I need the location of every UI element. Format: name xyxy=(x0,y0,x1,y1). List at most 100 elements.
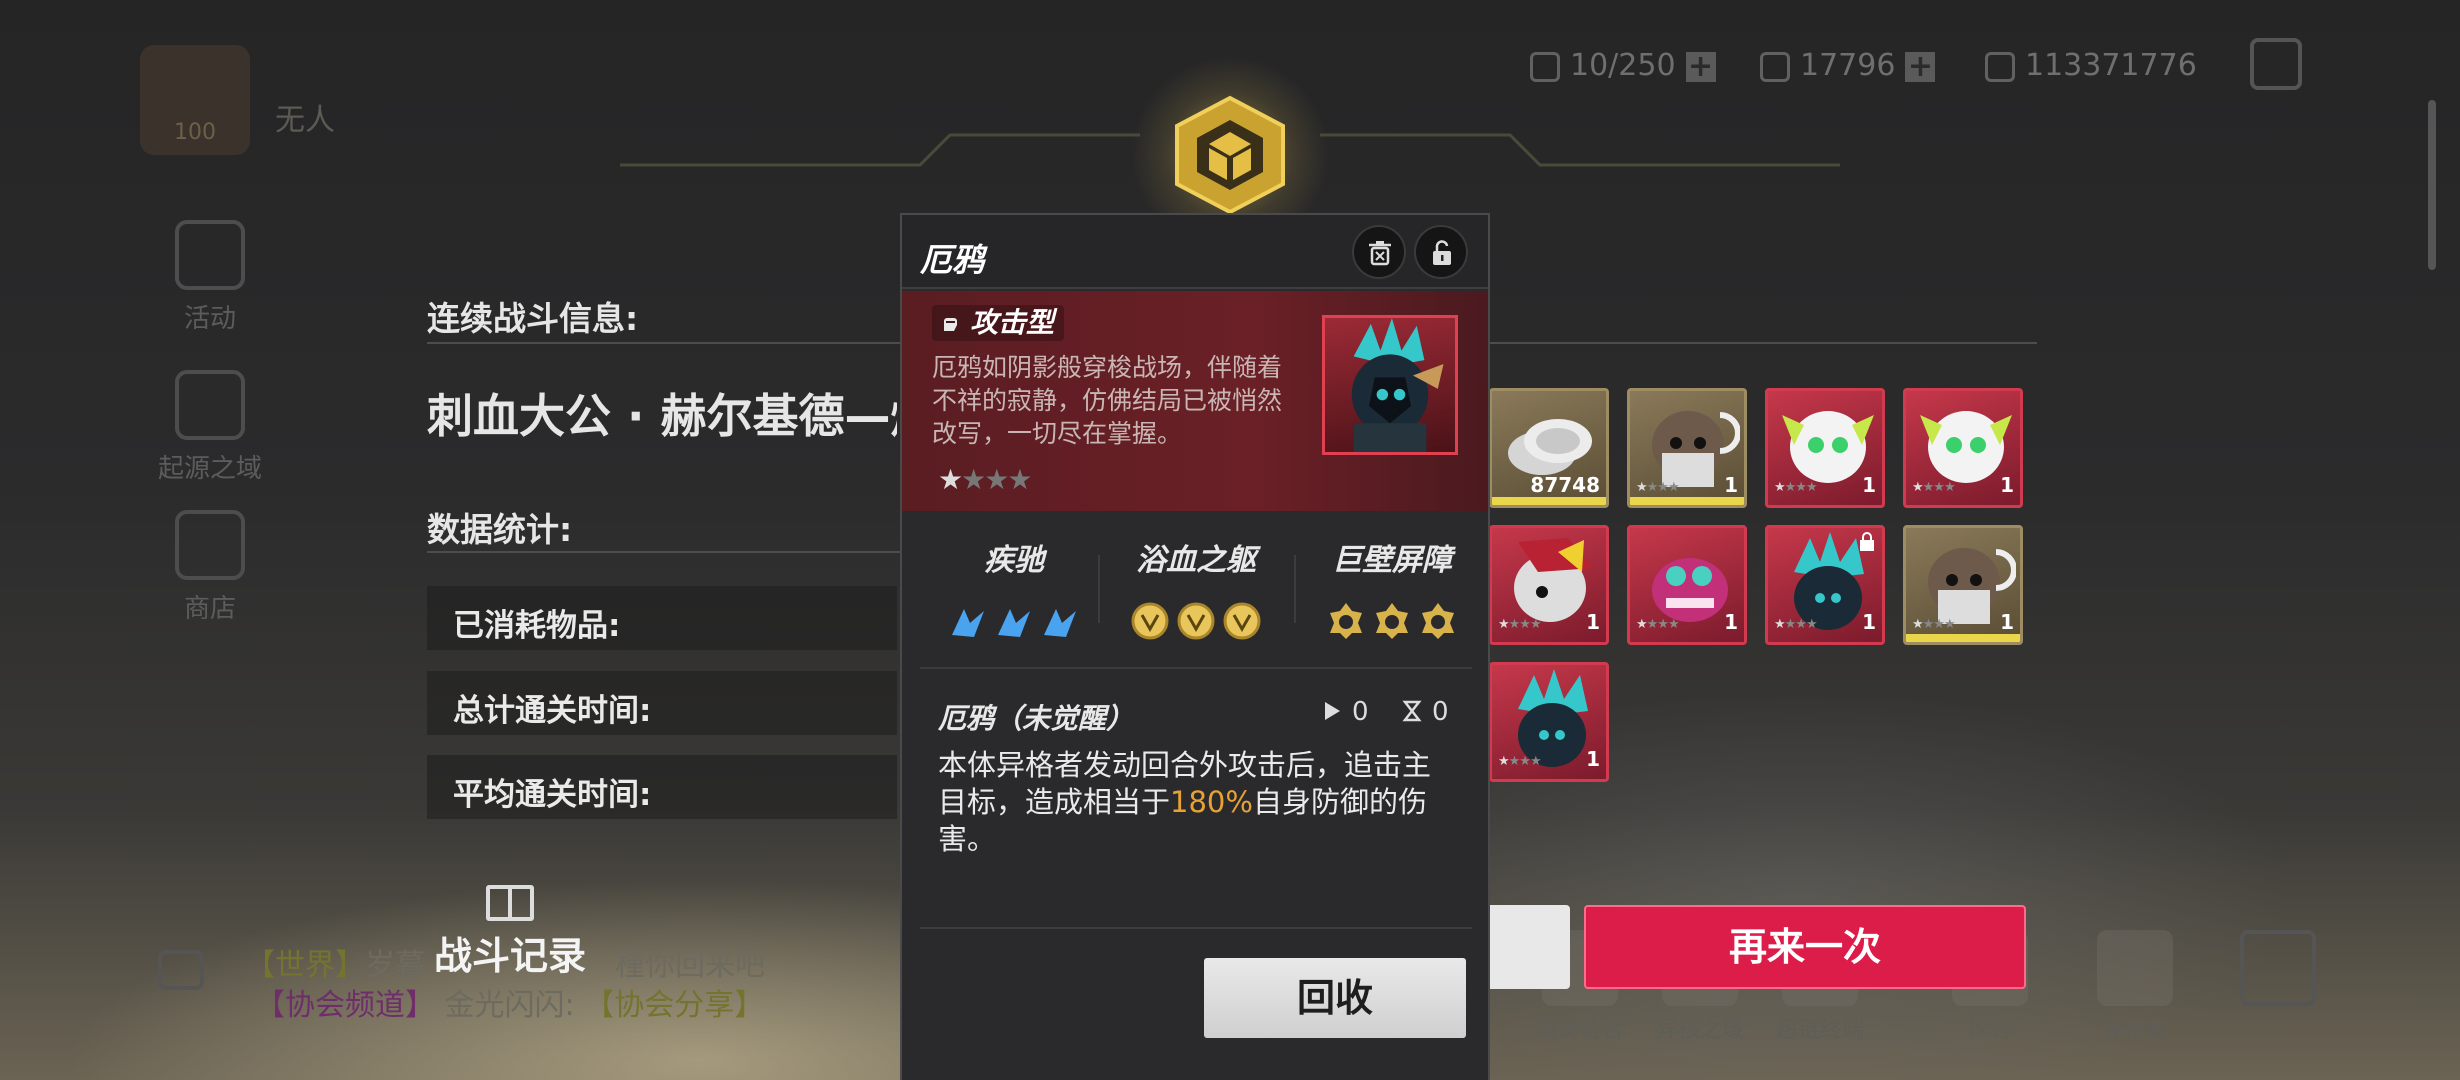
lock-toggle-button[interactable] xyxy=(1414,225,1468,279)
skill-bloodbath[interactable]: 浴血之躯 xyxy=(1116,535,1276,645)
reward-item[interactable]: ★★★★ 1 xyxy=(1765,388,1885,508)
nav-label: 超链终端 xyxy=(1775,1018,1864,1043)
nav-label: 异核之域 xyxy=(1655,1018,1744,1043)
time-counter: 0 xyxy=(1402,697,1449,727)
confirm-button[interactable] xyxy=(1480,905,1570,989)
discard-button[interactable] xyxy=(1352,225,1406,279)
gear-barrier-icon xyxy=(1312,601,1472,645)
item-stars: ★★★★ xyxy=(1774,480,1818,495)
rarity-bar xyxy=(1492,497,1606,505)
reward-item[interactable]: ★★★★ 1 xyxy=(1903,388,2023,508)
row-label: 已消耗物品: xyxy=(453,608,621,644)
type-tag: 攻击型 xyxy=(932,305,1065,341)
retry-button[interactable]: 再来一次 xyxy=(1584,905,2026,989)
menu-list-icon[interactable] xyxy=(2240,930,2316,1006)
item-stars: ★★★★ xyxy=(1912,617,1956,632)
item-detail-popup: 厄鸦 攻击型 厄鸦如阴影般穿梭战场，伴随着不祥的寂静，仿佛结局已被悄然改写，一切… xyxy=(900,213,1490,1080)
sidebar-item-label: 商店 xyxy=(183,594,236,624)
divider xyxy=(1294,555,1296,623)
sidebar-item-shop[interactable]: 商店 xyxy=(150,510,270,625)
diamond-icon xyxy=(1760,51,1790,82)
item-count: 1 xyxy=(1862,473,1876,497)
consumed-items-row: 已消耗物品: xyxy=(427,586,897,650)
play-counter: 0 xyxy=(1322,697,1369,727)
item-count: 1 xyxy=(2000,610,2014,634)
play-icon xyxy=(1325,702,1340,720)
item-count: 1 xyxy=(1724,473,1738,497)
add-stamina-button[interactable]: + xyxy=(1685,51,1716,82)
sidebar-item-origin[interactable]: 起源之域 xyxy=(150,370,270,485)
item-count: 1 xyxy=(1862,610,1876,634)
nav-label: 探讨 xyxy=(1967,1018,2012,1043)
reward-item[interactable]: ★★★★ 1 xyxy=(1903,525,2023,645)
divider xyxy=(1098,555,1100,623)
shield-badge-icon xyxy=(1116,601,1276,645)
reward-item[interactable]: ★★★★ 1 xyxy=(1765,525,1885,645)
time-count: 0 xyxy=(1432,697,1449,727)
row-label: 总计通关时间: xyxy=(453,693,652,729)
activity-icon xyxy=(175,220,245,290)
skill-sprint[interactable]: 疾驰 xyxy=(934,535,1094,645)
scrollbar[interactable] xyxy=(2428,100,2436,270)
player-level: 100 xyxy=(174,120,216,145)
chat-channel: 【协会频道】 xyxy=(255,988,435,1023)
popup-title: 厄鸦 xyxy=(920,241,985,279)
reward-item[interactable]: ★★★★ 1 xyxy=(1489,662,1609,782)
stamina-counter[interactable]: 10/250 + xyxy=(1530,48,1716,83)
popup-header: 厄鸦 xyxy=(902,215,1488,289)
reward-item[interactable]: ★★★★ 1 xyxy=(1627,388,1747,508)
coin-value: 113371776 xyxy=(2025,48,2197,83)
character-description: 厄鸦如阴影般穿梭战场，伴随着不祥的寂静，仿佛结局已被悄然改写，一切尽在掌握。 xyxy=(932,353,1283,448)
nav-characters[interactable]: 异格者 xyxy=(2080,930,2190,1044)
character-portrait xyxy=(1322,315,1458,455)
stats-title: 数据统计: xyxy=(427,510,573,549)
nav-label: 异格者 xyxy=(2101,1018,2168,1043)
hourglass-icon xyxy=(1402,700,1422,722)
stage-name: 刺血大公 · 赫尔基德—炼狱 xyxy=(427,389,897,443)
fist-icon xyxy=(944,318,957,331)
reward-item[interactable]: 87748 xyxy=(1489,388,1609,508)
speed-arrow-icon xyxy=(934,601,1094,645)
sidebar-item-activity[interactable]: 活动 xyxy=(150,220,270,335)
lock-icon xyxy=(1860,532,1874,551)
sidebar-item-label: 活动 xyxy=(183,304,236,334)
chat-icon[interactable] xyxy=(158,950,204,990)
divider xyxy=(920,667,1472,669)
trash-icon xyxy=(1369,241,1391,266)
coin-stack-icon xyxy=(1985,51,2015,82)
stamina-value: 10/250 xyxy=(1570,48,1676,83)
chat-message: 【协会分享】 xyxy=(584,988,765,1023)
nav-label: 凝铸协合 xyxy=(1535,1018,1624,1043)
cart-icon xyxy=(175,510,245,580)
skill-barrier[interactable]: 巨壁屏障 xyxy=(1312,535,1472,645)
add-diamond-button[interactable]: + xyxy=(1905,51,1936,82)
skill-name: 浴血之躯 xyxy=(1136,543,1256,578)
book-icon xyxy=(486,885,534,921)
coin-counter: 113371776 xyxy=(1985,48,2197,83)
divider xyxy=(920,927,1472,929)
battle-record-button[interactable]: 战斗记录 xyxy=(430,885,590,995)
skill-name: 巨壁屏障 xyxy=(1332,543,1452,578)
item-count: 87748 xyxy=(1530,473,1600,497)
cube-emblem-icon xyxy=(1175,95,1285,215)
recycle-button[interactable]: 回收 xyxy=(1204,958,1466,1038)
raven-portrait xyxy=(1351,318,1444,452)
play-count: 0 xyxy=(1352,697,1369,727)
reward-item[interactable]: ★★★★ 1 xyxy=(1489,525,1609,645)
divider xyxy=(427,551,907,553)
ability-name: 厄鸦（未觉醒） xyxy=(938,702,1135,735)
reward-item[interactable]: ★★★★ 1 xyxy=(1627,525,1747,645)
skill-name: 疾驰 xyxy=(984,543,1044,578)
battle-record-label: 战斗记录 xyxy=(433,934,586,978)
unlock-icon xyxy=(1433,240,1451,265)
player-name: 无人 xyxy=(275,103,335,138)
menu-grid-icon[interactable] xyxy=(2250,38,2302,90)
item-count: 1 xyxy=(2000,473,2014,497)
diamond-counter[interactable]: 17796 + xyxy=(1760,48,1936,83)
item-stars: ★★★★ xyxy=(1636,480,1680,495)
effect-percentage: 180% xyxy=(1170,785,1253,819)
battle-info-title: 连续战斗信息: xyxy=(427,299,639,338)
character-summary: 攻击型 厄鸦如阴影般穿梭战场，伴随着不祥的寂静，仿佛结局已被悄然改写，一切尽在掌… xyxy=(902,291,1488,511)
origin-icon xyxy=(175,370,245,440)
average-time-row: 平均通关时间: xyxy=(427,755,897,819)
